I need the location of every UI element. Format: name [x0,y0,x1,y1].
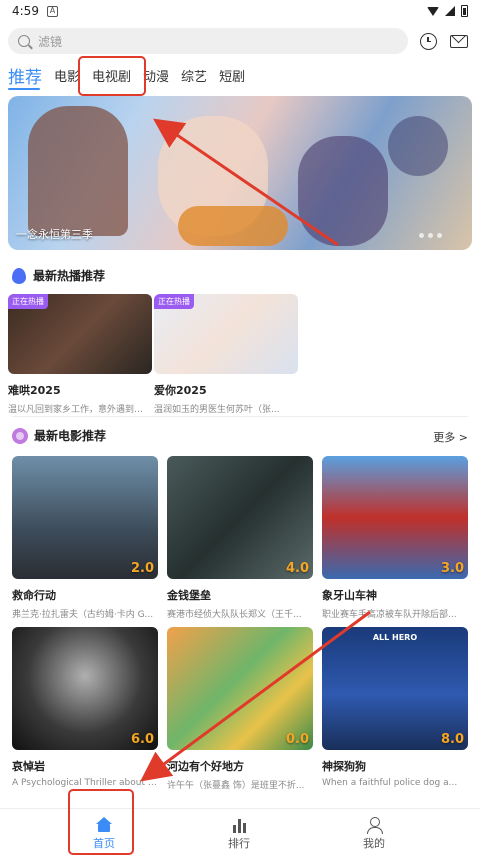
movie-desc: 许午午（张蔓鑫 饰）是班里不折... [167,781,305,791]
movie-poster: 3.0 [322,456,468,579]
search-icon [18,35,30,47]
movie-title: 河边有个好地方 [167,760,244,773]
hero-banner[interactable]: 一念永恒第三季 [8,96,472,250]
movie-desc: 弗兰克·拉扎雷夫（古约姆·卡内 G... [12,610,154,620]
movie-desc: A Psychological Thriller about a s... [12,778,158,788]
nav-profile[interactable]: 我的 [344,817,404,851]
banner-caption: 一念永恒第三季 [16,228,93,241]
wifi-icon [427,6,439,16]
tab-anime[interactable]: 动漫 [143,68,169,88]
movie-title: 象牙山车神 [322,589,377,602]
divider [12,416,468,417]
status-icons [427,5,468,17]
more-movies-link[interactable]: 更多 > [433,429,468,445]
hot-badge: 正在热播 [8,294,48,309]
hot-thumbnail: 正在热播 [8,294,152,374]
movie-card[interactable]: 0.0 河边有个好地方 许午午（张蔓鑫 饰）是班里不折... [167,627,313,791]
status-time: 4:59 [12,4,39,18]
ranking-icon [231,817,247,833]
movie-poster: 2.0 [12,456,158,579]
hot-item[interactable]: 正在热播 爱你2025 温润如玉的男医生何苏叶（张... [154,294,298,415]
search-placeholder: 滤镜 [38,34,63,49]
hot-thumbnail: 正在热播 [154,294,298,374]
hot-title: 爱你2025 [154,384,207,397]
movie-title: 神探狗狗 [322,760,366,773]
movie-poster: 6.0 [12,627,158,750]
tab-variety[interactable]: 综艺 [181,68,207,88]
notification-icon: A [46,5,58,17]
status-bar: 4:59 A [0,0,480,22]
hot-title: 难哄2025 [8,384,61,397]
movie-poster: 0.0 [167,627,313,750]
tab-shorts[interactable]: 短剧 [219,68,245,88]
movie-title: 哀悼岩 [12,760,45,773]
nav-profile-label: 我的 [363,837,385,850]
mail-icon[interactable] [450,34,468,48]
movie-rating: 6.0 [130,732,154,747]
movie-rating: 2.0 [130,561,154,576]
tab-recommend[interactable]: 推荐 [8,68,42,88]
hot-item[interactable]: 正在热播 难哄2025 温以凡回到家乡工作，意外遇到高中... [8,294,152,415]
hot-section-header: 最新热播推荐 [12,267,105,284]
movie-rating: 4.0 [285,561,309,576]
history-icon[interactable] [420,32,437,50]
tab-movies[interactable]: 电影 [54,68,80,88]
hot-desc: 温以凡回到家乡工作，意外遇到高中... [8,405,152,415]
hot-desc: 温润如玉的男医生何苏叶（张... [154,405,280,415]
search-input[interactable]: 滤镜 [8,28,408,54]
movie-rating: 0.0 [285,732,309,747]
film-icon [12,427,28,444]
movie-poster: ALL HERO 8.0 [322,627,468,750]
battery-icon [461,5,468,17]
search-row: 滤镜 [8,28,472,54]
movie-rating: 8.0 [440,732,464,747]
nav-ranking-label: 排行 [228,837,250,850]
active-tab-indicator [8,88,40,90]
movie-poster: 4.0 [167,456,313,579]
movie-desc: When a faithful police dog a... [322,778,458,788]
poster-title-text: ALL HERO [372,633,418,642]
movie-card[interactable]: ALL HERO 8.0 神探狗狗 When a faithful police… [322,627,468,788]
movie-card[interactable]: 4.0 金钱堡垒 赛港市经侦大队队长郑义（王千... [167,456,313,620]
movie-desc: 职业赛车手高凉被车队开除后部... [322,610,457,620]
profile-icon [366,817,383,834]
hot-section-title: 最新热播推荐 [33,269,106,283]
movie-desc: 赛港市经侦大队队长郑义（王千... [167,610,302,620]
movie-card[interactable]: 6.0 哀悼岩 A Psychological Thriller about a… [12,627,158,788]
banner-indicator [419,233,442,238]
fire-icon [12,267,26,284]
movie-title: 救命行动 [12,589,56,602]
movie-section-header: 最新电影推荐 [12,427,106,444]
movie-title: 金钱堡垒 [167,589,211,602]
nav-ranking[interactable]: 排行 [209,817,269,851]
annotation-box-home [68,789,134,855]
movie-rating: 3.0 [440,561,464,576]
hot-badge: 正在热播 [154,294,194,309]
movie-card[interactable]: 3.0 象牙山车神 职业赛车手高凉被车队开除后部... [322,456,468,620]
movie-card[interactable]: 2.0 救命行动 弗兰克·拉扎雷夫（古约姆·卡内 G... [12,456,158,620]
annotation-box-tv-tab [78,56,146,96]
signal-icon [445,6,455,16]
movie-section-title: 最新电影推荐 [34,429,107,443]
